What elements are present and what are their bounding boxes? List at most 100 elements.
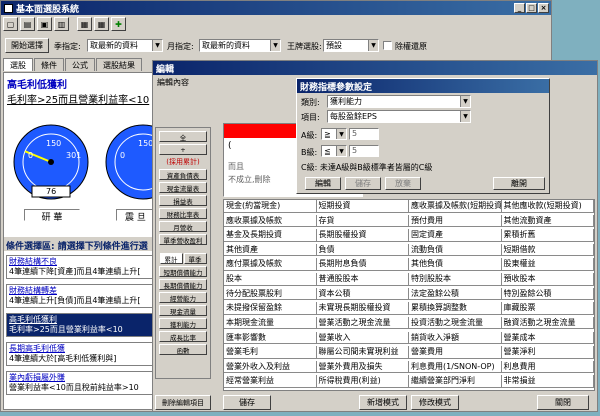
grid-cell[interactable]: 投資活動之現金流量 (409, 316, 502, 330)
balance-sheet-button[interactable]: 資產負債表 (159, 169, 207, 180)
grid-cell[interactable]: 其他應收款(短期投資) (501, 200, 594, 213)
grid-cell[interactable]: 所得稅費用(利益) (316, 375, 409, 388)
grid-cell[interactable]: 營業外費用及損失 (316, 360, 409, 374)
all-button[interactable]: 全 (159, 131, 207, 142)
grid-icon[interactable]: ▦ (94, 17, 109, 31)
income-statement-button[interactable]: 損益表 (159, 195, 207, 206)
grid-cell[interactable]: 待分配股票股利 (224, 287, 317, 301)
new-mode-button[interactable]: 新增模式 (359, 395, 407, 410)
close-button[interactable]: × (538, 3, 549, 13)
grid-cell[interactable]: 應收票據及帳款 (224, 214, 317, 228)
grid-cell[interactable]: 非常損益 (501, 375, 594, 388)
a-level-input[interactable]: 5 (349, 128, 379, 140)
function-button[interactable]: 函數 (159, 344, 207, 355)
lock-icon[interactable]: ▦ (77, 17, 92, 31)
grid-cell[interactable]: 利息費用 (501, 360, 594, 374)
condition-item[interactable]: 長期高毛利低獲 4筆連續大於[高毛利低獲利與] (6, 342, 154, 366)
tab-conditions[interactable]: 條件 (34, 58, 64, 71)
delete-item-button[interactable]: 刪除編輯項目 (155, 395, 211, 410)
grid-cell[interactable]: 預付費用 (409, 214, 502, 228)
short-debt-button[interactable]: 短期償債能力 (159, 266, 207, 277)
grid-cell[interactable]: 應付票據及帳款 (224, 258, 317, 272)
month-select[interactable]: 取最新的資料 ▼ (199, 39, 281, 52)
grid-cell[interactable]: 法定盈餘公積 (409, 287, 502, 301)
operating-ability-button[interactable]: 經營能力 (159, 292, 207, 303)
grid-cell[interactable]: 累積換算調整數 (409, 302, 502, 315)
quarter-revenue-button[interactable]: 單季營收盈利 (159, 234, 207, 245)
tab-formulas[interactable]: 公式 (65, 58, 95, 71)
grid-cell[interactable]: 營業外收入及利益 (224, 360, 317, 374)
new-file-icon[interactable]: ▢ (3, 17, 18, 31)
grid-cell[interactable]: 短期借款 (501, 243, 594, 257)
grid-cell[interactable]: 其他負債 (409, 258, 502, 272)
grid-cell[interactable]: 長期附息負債 (316, 258, 409, 272)
condition-item[interactable]: 財務結構轉差 4筆連續上升[負債]而且4筆連續上升[ (6, 284, 154, 308)
grid-cell[interactable]: 固定資產 (409, 229, 502, 242)
grid-cell[interactable]: 普通股股本 (316, 273, 409, 286)
start-selection-button[interactable]: 開始選擇 (5, 38, 49, 53)
editor-save-button[interactable]: 儲存 (223, 395, 271, 410)
grid-cell[interactable]: 流動負債 (409, 243, 502, 257)
grid-cell[interactable]: 基金及長期投資 (224, 229, 317, 242)
maximize-button[interactable]: □ (526, 3, 537, 13)
grid-cell[interactable]: 銷貨收入淨額 (409, 331, 502, 345)
financial-ratio-button[interactable]: 財務比率表 (159, 208, 207, 219)
plus-button[interactable]: + (159, 144, 207, 155)
monthly-revenue-button[interactable]: 月營收 (159, 221, 207, 232)
profitability-button[interactable]: 獲利能力 (159, 318, 207, 329)
tab-select-stock[interactable]: 選股 (3, 58, 33, 71)
cash-flow-ratio-button[interactable]: 現金流量 (159, 305, 207, 316)
grid-cell[interactable]: 股本 (224, 273, 317, 286)
grid-cell[interactable]: 利息費用(1/SNON-OP) (409, 360, 502, 374)
growth-ratio-button[interactable]: 成長比率 (159, 331, 207, 342)
b-level-input[interactable]: 5 (349, 145, 379, 157)
dialog-discard-button[interactable]: 放棄 (385, 177, 421, 190)
dialog-save-button[interactable]: 儲存 (345, 177, 381, 190)
grid-cell[interactable]: 特別股股本 (409, 273, 502, 286)
grid-cell[interactable]: 資本公積 (316, 287, 409, 301)
grid-cell[interactable]: 營業收入 (316, 331, 409, 345)
minimize-button[interactable]: _ (514, 3, 525, 13)
grid-cell[interactable]: 短期投資 (316, 200, 409, 213)
grid-cell[interactable]: 營業成本 (501, 331, 594, 345)
grid-cell[interactable]: 其他資產 (224, 243, 317, 257)
tab-results[interactable]: 選股結果 (96, 58, 142, 71)
grid-cell[interactable]: 其他流動資產 (501, 214, 594, 228)
grid-cell[interactable]: 未提撥保留盈餘 (224, 302, 317, 315)
item-select[interactable]: 每股盈餘EPS ▼ (327, 110, 471, 123)
grid-cell[interactable]: 營業毛利 (224, 346, 317, 359)
dialog-leave-button[interactable]: 離開 (493, 177, 545, 190)
grid-cell[interactable]: 營業費用 (409, 346, 502, 359)
exit-icon[interactable]: ✚ (111, 17, 126, 31)
save-disk-icon[interactable]: ▣ (37, 17, 52, 31)
open-folder-icon[interactable]: ▤ (20, 17, 35, 31)
grid-cell[interactable]: 未實現長期股權投資 (316, 302, 409, 315)
grid-cell[interactable]: 融資活動之現金流量 (501, 316, 594, 330)
grid-cell[interactable]: 匯率影響數 (224, 331, 317, 345)
grid-cell[interactable]: 經常營業利益 (224, 375, 317, 388)
print-icon[interactable]: ▥ (54, 17, 69, 31)
grid-cell[interactable]: 營業活動之現金流量 (316, 316, 409, 330)
condition-item[interactable]: 財務結構不良 4筆連續下降[資產]而且4筆連續上升[ (6, 255, 154, 279)
grid-cell[interactable]: 特別盈餘公積 (501, 287, 594, 301)
dialog-edit-button[interactable]: 編輯 (305, 177, 341, 190)
long-debt-button[interactable]: 長期償債能力 (159, 279, 207, 290)
grid-cell[interactable]: 預收股本 (501, 273, 594, 286)
exclude-checkbox[interactable] (383, 41, 392, 50)
grid-cell[interactable]: 聯屬公司間未實現利益 (316, 346, 409, 359)
grid-cell[interactable]: 負債 (316, 243, 409, 257)
category-select[interactable]: 獲利能力 ▼ (327, 95, 471, 108)
condition-item-selected[interactable]: 高毛利低獲利 毛利率>25而且營業利益率<10 (6, 313, 154, 337)
grid-cell[interactable]: 存貨 (316, 214, 409, 228)
editor-close-button[interactable]: 關閉 (537, 395, 589, 410)
a-level-operator[interactable]: ≧ ▼ (321, 128, 347, 140)
tab-single-quarter[interactable]: 單季 (183, 253, 207, 264)
grid-cell[interactable]: 累積折舊 (501, 229, 594, 242)
grid-cell[interactable]: 庫藏股票 (501, 302, 594, 315)
b-level-operator[interactable]: ≦ ▼ (321, 145, 347, 157)
cash-flow-button[interactable]: 現金流量表 (159, 182, 207, 193)
tab-cumulative[interactable]: 累計 (159, 253, 183, 264)
grid-cell[interactable]: 營業淨利 (501, 346, 594, 359)
grid-cell[interactable]: 應收票據及帳款(短期投資) (409, 200, 502, 213)
grid-cell[interactable]: 繼續營業部門淨利 (409, 375, 502, 388)
